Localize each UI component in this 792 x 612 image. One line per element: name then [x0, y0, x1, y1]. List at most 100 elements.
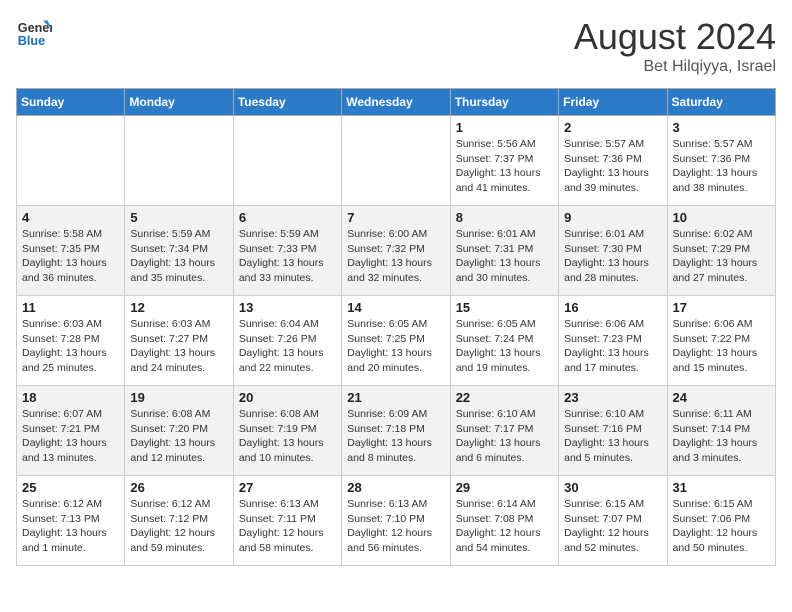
day-number: 21	[347, 390, 444, 405]
day-number: 17	[673, 300, 770, 315]
day-number: 16	[564, 300, 661, 315]
day-info: Sunrise: 6:04 AM Sunset: 7:26 PM Dayligh…	[239, 317, 336, 376]
day-info: Sunrise: 5:57 AM Sunset: 7:36 PM Dayligh…	[673, 137, 770, 196]
calendar-cell: 19 Sunrise: 6:08 AM Sunset: 7:20 PM Dayli…	[125, 386, 233, 476]
calendar-cell: 2 Sunrise: 5:57 AM Sunset: 7:36 PM Daylig…	[559, 116, 667, 206]
day-number: 15	[456, 300, 553, 315]
day-number: 3	[673, 120, 770, 135]
location: Bet Hilqiyya, Israel	[574, 58, 776, 76]
day-number: 2	[564, 120, 661, 135]
day-number: 29	[456, 480, 553, 495]
day-info: Sunrise: 6:06 AM Sunset: 7:23 PM Dayligh…	[564, 317, 661, 376]
week-row-4: 18 Sunrise: 6:07 AM Sunset: 7:21 PM Dayli…	[17, 386, 776, 476]
day-info: Sunrise: 5:58 AM Sunset: 7:35 PM Dayligh…	[22, 227, 119, 286]
calendar-cell: 22 Sunrise: 6:10 AM Sunset: 7:17 PM Dayli…	[450, 386, 558, 476]
weekday-header-thursday: Thursday	[450, 89, 558, 116]
calendar-table: SundayMondayTuesdayWednesdayThursdayFrid…	[16, 88, 776, 566]
day-number: 22	[456, 390, 553, 405]
day-info: Sunrise: 6:08 AM Sunset: 7:19 PM Dayligh…	[239, 407, 336, 466]
calendar-cell: 30 Sunrise: 6:15 AM Sunset: 7:07 PM Dayli…	[559, 476, 667, 566]
calendar-cell	[342, 116, 450, 206]
day-info: Sunrise: 6:14 AM Sunset: 7:08 PM Dayligh…	[456, 497, 553, 556]
day-info: Sunrise: 6:06 AM Sunset: 7:22 PM Dayligh…	[673, 317, 770, 376]
calendar-cell: 21 Sunrise: 6:09 AM Sunset: 7:18 PM Dayli…	[342, 386, 450, 476]
day-number: 6	[239, 210, 336, 225]
day-info: Sunrise: 6:02 AM Sunset: 7:29 PM Dayligh…	[673, 227, 770, 286]
day-number: 1	[456, 120, 553, 135]
weekday-header-sunday: Sunday	[17, 89, 125, 116]
day-info: Sunrise: 5:59 AM Sunset: 7:34 PM Dayligh…	[130, 227, 227, 286]
calendar-cell: 3 Sunrise: 5:57 AM Sunset: 7:36 PM Daylig…	[667, 116, 775, 206]
calendar-cell: 5 Sunrise: 5:59 AM Sunset: 7:34 PM Daylig…	[125, 206, 233, 296]
calendar-cell: 18 Sunrise: 6:07 AM Sunset: 7:21 PM Dayli…	[17, 386, 125, 476]
day-number: 5	[130, 210, 227, 225]
calendar-cell: 9 Sunrise: 6:01 AM Sunset: 7:30 PM Daylig…	[559, 206, 667, 296]
weekday-header-tuesday: Tuesday	[233, 89, 341, 116]
week-row-1: 1Sunrise: 5:56 AM Sunset: 7:37 PM Daylig…	[17, 116, 776, 206]
month-title: August 2024	[574, 16, 776, 58]
calendar-cell: 11 Sunrise: 6:03 AM Sunset: 7:28 PM Dayli…	[17, 296, 125, 386]
day-info: Sunrise: 6:07 AM Sunset: 7:21 PM Dayligh…	[22, 407, 119, 466]
weekday-header-saturday: Saturday	[667, 89, 775, 116]
day-number: 18	[22, 390, 119, 405]
day-number: 28	[347, 480, 444, 495]
day-number: 13	[239, 300, 336, 315]
calendar-cell: 28 Sunrise: 6:13 AM Sunset: 7:10 PM Dayli…	[342, 476, 450, 566]
day-info: Sunrise: 6:03 AM Sunset: 7:27 PM Dayligh…	[130, 317, 227, 376]
day-number: 27	[239, 480, 336, 495]
calendar-cell: 14 Sunrise: 6:05 AM Sunset: 7:25 PM Dayli…	[342, 296, 450, 386]
weekday-header-friday: Friday	[559, 89, 667, 116]
day-number: 24	[673, 390, 770, 405]
weekday-header-row: SundayMondayTuesdayWednesdayThursdayFrid…	[17, 89, 776, 116]
calendar-cell: 13 Sunrise: 6:04 AM Sunset: 7:26 PM Dayli…	[233, 296, 341, 386]
day-number: 11	[22, 300, 119, 315]
day-number: 12	[130, 300, 227, 315]
calendar-cell	[17, 116, 125, 206]
calendar-cell: 20 Sunrise: 6:08 AM Sunset: 7:19 PM Dayli…	[233, 386, 341, 476]
day-number: 19	[130, 390, 227, 405]
day-info: Sunrise: 6:15 AM Sunset: 7:06 PM Dayligh…	[673, 497, 770, 556]
day-info: Sunrise: 6:01 AM Sunset: 7:30 PM Dayligh…	[564, 227, 661, 286]
day-info: Sunrise: 6:10 AM Sunset: 7:17 PM Dayligh…	[456, 407, 553, 466]
day-number: 7	[347, 210, 444, 225]
day-number: 4	[22, 210, 119, 225]
calendar-cell: 16 Sunrise: 6:06 AM Sunset: 7:23 PM Dayli…	[559, 296, 667, 386]
day-info: Sunrise: 6:12 AM Sunset: 7:12 PM Dayligh…	[130, 497, 227, 556]
day-info: Sunrise: 6:13 AM Sunset: 7:10 PM Dayligh…	[347, 497, 444, 556]
day-number: 30	[564, 480, 661, 495]
calendar-cell: 26 Sunrise: 6:12 AM Sunset: 7:12 PM Dayli…	[125, 476, 233, 566]
day-number: 26	[130, 480, 227, 495]
day-info: Sunrise: 6:09 AM Sunset: 7:18 PM Dayligh…	[347, 407, 444, 466]
weekday-header-monday: Monday	[125, 89, 233, 116]
day-info: Sunrise: 6:00 AM Sunset: 7:32 PM Dayligh…	[347, 227, 444, 286]
logo: General Blue	[16, 16, 52, 52]
day-number: 10	[673, 210, 770, 225]
day-info: Sunrise: 5:57 AM Sunset: 7:36 PM Dayligh…	[564, 137, 661, 196]
week-row-3: 11 Sunrise: 6:03 AM Sunset: 7:28 PM Dayli…	[17, 296, 776, 386]
calendar-cell: 7 Sunrise: 6:00 AM Sunset: 7:32 PM Daylig…	[342, 206, 450, 296]
day-number: 14	[347, 300, 444, 315]
calendar-cell: 6Sunrise: 5:59 AM Sunset: 7:33 PM Daylig…	[233, 206, 341, 296]
svg-text:Blue: Blue	[18, 34, 45, 48]
day-number: 20	[239, 390, 336, 405]
day-number: 25	[22, 480, 119, 495]
calendar-cell: 15 Sunrise: 6:05 AM Sunset: 7:24 PM Dayli…	[450, 296, 558, 386]
day-info: Sunrise: 6:12 AM Sunset: 7:13 PM Dayligh…	[22, 497, 119, 556]
day-number: 31	[673, 480, 770, 495]
day-info: Sunrise: 6:10 AM Sunset: 7:16 PM Dayligh…	[564, 407, 661, 466]
day-info: Sunrise: 6:03 AM Sunset: 7:28 PM Dayligh…	[22, 317, 119, 376]
weekday-header-wednesday: Wednesday	[342, 89, 450, 116]
calendar-cell: 23Sunrise: 6:10 AM Sunset: 7:16 PM Dayli…	[559, 386, 667, 476]
day-info: Sunrise: 6:05 AM Sunset: 7:25 PM Dayligh…	[347, 317, 444, 376]
calendar-cell: 1Sunrise: 5:56 AM Sunset: 7:37 PM Daylig…	[450, 116, 558, 206]
calendar-cell: 12 Sunrise: 6:03 AM Sunset: 7:27 PM Dayli…	[125, 296, 233, 386]
page-header: General Blue August 2024 Bet Hilqiyya, I…	[16, 16, 776, 76]
calendar-cell	[125, 116, 233, 206]
logo-icon: General Blue	[16, 16, 52, 52]
calendar-cell: 27 Sunrise: 6:13 AM Sunset: 7:11 PM Dayli…	[233, 476, 341, 566]
day-info: Sunrise: 6:08 AM Sunset: 7:20 PM Dayligh…	[130, 407, 227, 466]
day-number: 9	[564, 210, 661, 225]
day-info: Sunrise: 6:15 AM Sunset: 7:07 PM Dayligh…	[564, 497, 661, 556]
day-info: Sunrise: 6:13 AM Sunset: 7:11 PM Dayligh…	[239, 497, 336, 556]
day-info: Sunrise: 6:05 AM Sunset: 7:24 PM Dayligh…	[456, 317, 553, 376]
